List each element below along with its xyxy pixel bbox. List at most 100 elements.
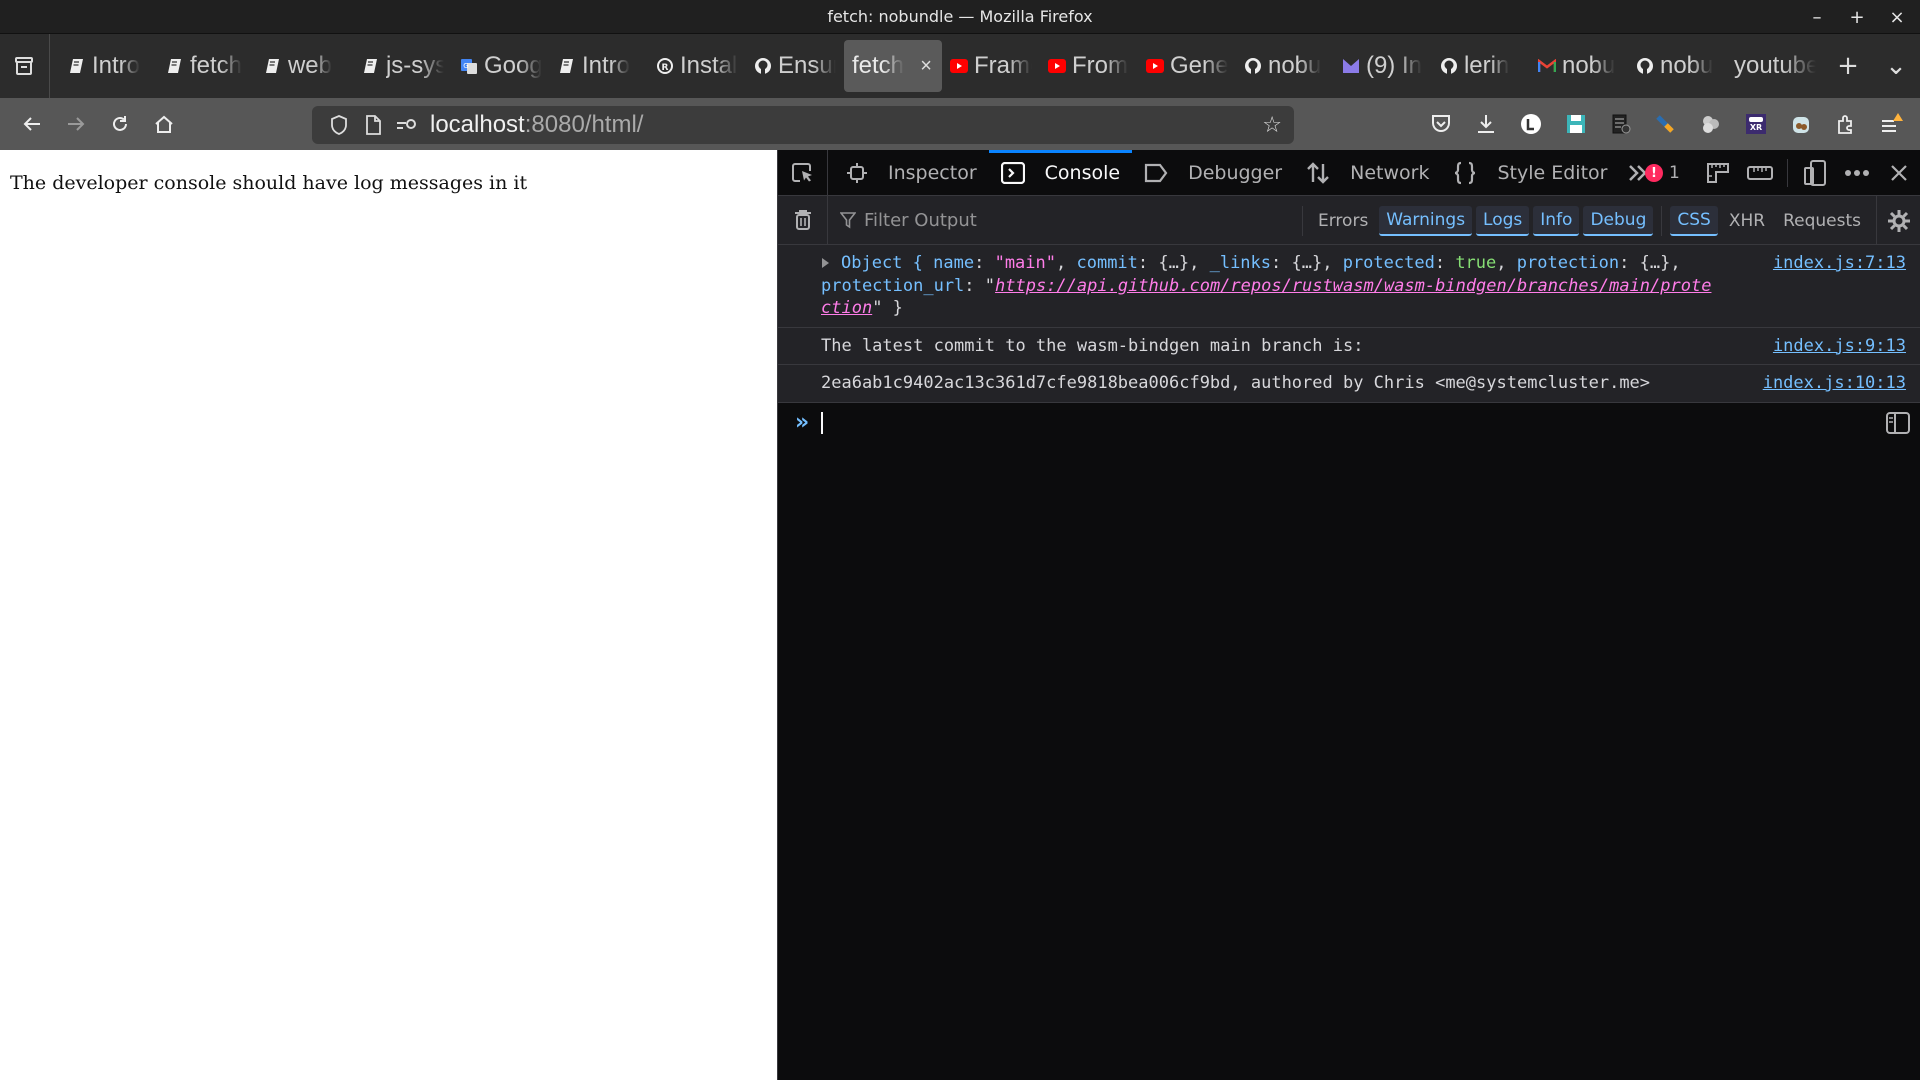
- downloads-icon[interactable]: [1463, 104, 1508, 144]
- close-devtools-button[interactable]: [1878, 150, 1920, 196]
- tab[interactable]: Gene: [1138, 40, 1236, 92]
- cookie-jar-extension-icon[interactable]: [1778, 104, 1823, 144]
- gmail-icon: [1537, 57, 1556, 75]
- color-picker-extension-icon[interactable]: [1643, 104, 1688, 144]
- filter-debug-button[interactable]: Debug: [1583, 205, 1654, 236]
- devtools-tab-style-editor[interactable]: Style Editor: [1441, 150, 1619, 196]
- tab-label: Intro: [91, 52, 140, 79]
- tab[interactable]: R Install: [648, 40, 746, 92]
- ruler-icon: [1747, 166, 1773, 180]
- app-menu-icon[interactable]: [1868, 104, 1913, 144]
- measure-portion-button[interactable]: [1697, 150, 1739, 196]
- maximize-button[interactable]: +: [1848, 7, 1866, 28]
- tab[interactable]: Ensure: [746, 40, 844, 92]
- url-bar[interactable]: localhost:8080/html/ ☆: [312, 106, 1294, 144]
- tab[interactable]: From: [1040, 40, 1138, 92]
- devtools-tab-inspector[interactable]: Inspector: [834, 150, 989, 196]
- filter-output-input[interactable]: [864, 209, 1244, 231]
- proton-mail-icon: [1342, 57, 1360, 75]
- permissions-icon[interactable]: [390, 117, 424, 133]
- tracking-protection-shield-icon[interactable]: [322, 115, 356, 135]
- close-window-button[interactable]: ×: [1888, 7, 1906, 28]
- tab[interactable]: nobu: [1530, 40, 1628, 92]
- tab[interactable]: (9) In: [1334, 40, 1432, 92]
- responsive-design-button[interactable]: [1794, 150, 1836, 196]
- devtools-tab-console[interactable]: Console: [988, 149, 1133, 196]
- element-picker-button[interactable]: [778, 149, 828, 196]
- list-all-tabs-button[interactable]: ⌄: [1872, 51, 1920, 81]
- filter-xhr-button[interactable]: XHR: [1722, 207, 1772, 235]
- editor-mode-toggle-icon[interactable]: [1886, 411, 1910, 438]
- svg-text:XR: XR: [1749, 123, 1761, 132]
- tab-label: nobu: [1659, 52, 1714, 79]
- protection-url-link-cont[interactable]: ction: [821, 298, 872, 318]
- message-source-link[interactable]: index.js:7:13: [1773, 252, 1906, 275]
- page-content: The developer console should have log me…: [0, 150, 777, 1080]
- console-message-object[interactable]: Object { name: "main", commit: {…}, _lin…: [778, 245, 1920, 328]
- message-source-link[interactable]: index.js:9:13: [1773, 335, 1906, 358]
- window-titlebar: fetch: nobundle — Mozilla Firefox – + ×: [0, 0, 1920, 34]
- mdbook-icon: [68, 57, 86, 75]
- devtools-options-button[interactable]: [1836, 150, 1878, 196]
- rulers-button[interactable]: [1739, 150, 1781, 196]
- reload-button[interactable]: [98, 104, 142, 144]
- filter-warnings-button[interactable]: Warnings: [1379, 205, 1473, 236]
- forward-button[interactable]: [54, 104, 98, 144]
- tab-active[interactable]: fetch ×: [843, 40, 942, 92]
- new-tab-button[interactable]: +: [1824, 51, 1872, 81]
- tab[interactable]: lerin: [1432, 40, 1530, 92]
- filter-requests-button[interactable]: Requests: [1776, 207, 1868, 235]
- tab[interactable]: Frame: [942, 40, 1040, 92]
- clear-console-button[interactable]: [778, 195, 828, 245]
- save-extension-icon[interactable]: [1553, 104, 1598, 144]
- message-source-link[interactable]: index.js:10:13: [1763, 372, 1906, 395]
- tab-label: Ensure: [777, 52, 836, 79]
- tab[interactable]: js-sys: [354, 40, 452, 92]
- debugger-icon: [1144, 163, 1178, 183]
- tab[interactable]: nobu: [1628, 40, 1726, 92]
- filter-logs-button[interactable]: Logs: [1476, 205, 1530, 236]
- tab[interactable]: web: [256, 40, 354, 92]
- firefox-view-button[interactable]: [0, 34, 50, 98]
- bookmark-star-icon[interactable]: ☆: [1262, 113, 1282, 138]
- tab-strip: Intro fetch web js-sys G Google Intro R Install E…: [50, 34, 1824, 98]
- url-text[interactable]: localhost:8080/html/: [430, 111, 643, 139]
- close-icon: [1891, 165, 1907, 181]
- home-button[interactable]: [142, 104, 186, 144]
- close-tab-icon[interactable]: ×: [920, 55, 932, 78]
- back-button[interactable]: [10, 104, 54, 144]
- filter-output-field[interactable]: [840, 209, 1260, 231]
- pocket-icon[interactable]: [1418, 104, 1463, 144]
- extensions-puzzle-icon[interactable]: [1823, 104, 1868, 144]
- tab[interactable]: Intro: [60, 40, 158, 92]
- bubbles-extension-icon[interactable]: [1688, 104, 1733, 144]
- tab[interactable]: G Google: [452, 40, 550, 92]
- webxr-extension-icon[interactable]: XR: [1733, 104, 1778, 144]
- devtools-tab-debugger[interactable]: Debugger: [1132, 150, 1294, 196]
- error-count-badge[interactable]: ! 1: [1645, 163, 1697, 183]
- page-info-icon[interactable]: [356, 115, 390, 135]
- console-settings-button[interactable]: [1876, 196, 1920, 245]
- tab-label: nobu: [1561, 52, 1616, 79]
- expand-object-toggle-icon[interactable]: [822, 258, 829, 268]
- devtools-tab-label: Inspector: [888, 161, 977, 184]
- devtools-tab-network[interactable]: Network: [1294, 150, 1441, 196]
- account-avatar-icon[interactable]: [1508, 104, 1553, 144]
- object-preview[interactable]: Object { name: "main", commit: {…}, _lin…: [821, 252, 1760, 275]
- minimize-button[interactable]: –: [1808, 7, 1826, 28]
- protection-url-link[interactable]: https://api.github.com/repos/rustwasm/wa…: [995, 276, 1711, 296]
- github-icon: [754, 57, 772, 75]
- tab[interactable]: fetch: [158, 40, 256, 92]
- filter-errors-button[interactable]: Errors: [1311, 207, 1375, 235]
- console-input[interactable]: »: [778, 403, 1920, 443]
- tab[interactable]: youtube: [1726, 40, 1824, 92]
- gear-icon: [1887, 209, 1910, 232]
- mdbook-icon: [264, 57, 282, 75]
- tab[interactable]: Intro: [550, 40, 648, 92]
- svg-text:G: G: [463, 62, 468, 70]
- filter-info-button[interactable]: Info: [1533, 205, 1580, 236]
- filter-css-button[interactable]: CSS: [1670, 205, 1718, 236]
- reader-extension-icon[interactable]: [1598, 104, 1643, 144]
- tab[interactable]: nobu: [1236, 40, 1334, 92]
- back-arrow-icon: [23, 117, 40, 131]
